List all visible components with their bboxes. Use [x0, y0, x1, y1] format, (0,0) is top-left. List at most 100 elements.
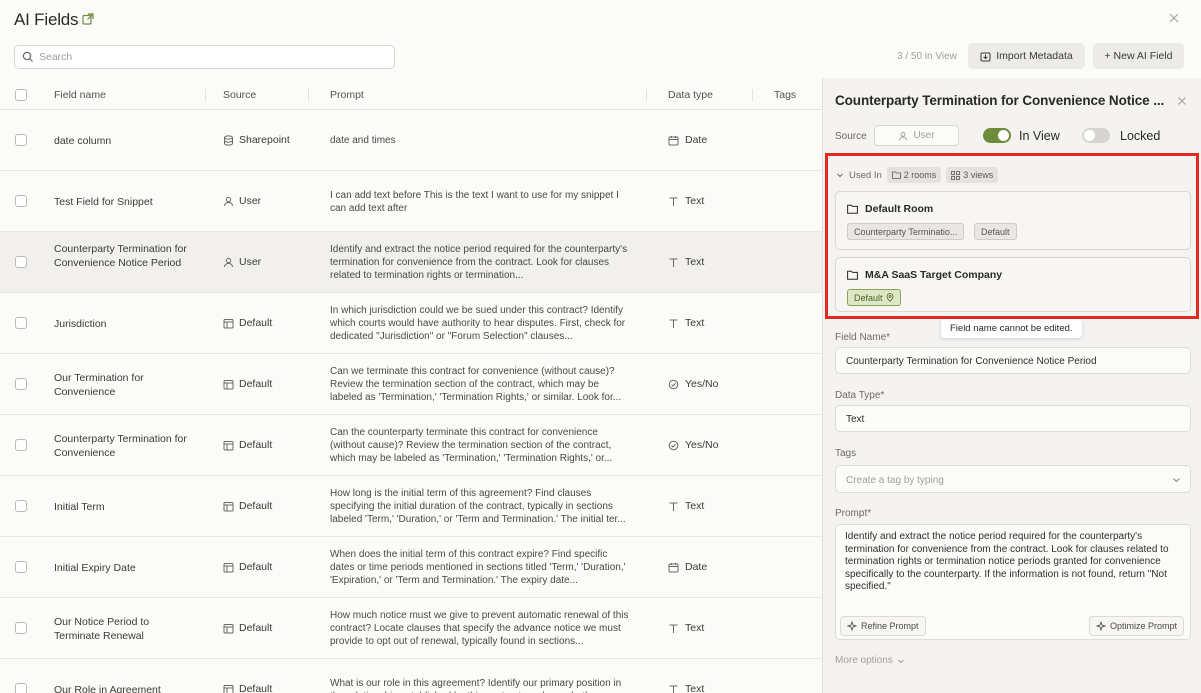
sparkle-icon	[847, 621, 857, 631]
default-icon	[223, 623, 234, 633]
data-type-text: Date	[685, 134, 708, 146]
source-cell: Default	[223, 500, 272, 512]
row-checkbox[interactable]	[15, 378, 27, 390]
field-name-cell: Jurisdiction	[54, 318, 107, 330]
folder-icon	[847, 204, 858, 214]
field-name-label: Field Name*	[835, 332, 891, 343]
page-header: AI Fields	[0, 0, 1201, 40]
close-icon[interactable]	[1168, 12, 1180, 24]
data-type-cell: Yes/No	[668, 378, 718, 390]
field-name-cell: Counterparty Termination for Convenience	[54, 433, 187, 459]
new-ai-field-button[interactable]: + New AI Field	[1093, 43, 1184, 69]
column-header-source[interactable]: Source	[223, 89, 256, 101]
row-checkbox[interactable]	[15, 561, 27, 573]
default-icon	[223, 684, 234, 693]
search-icon	[22, 51, 33, 62]
in-view-label: In View	[1019, 129, 1060, 143]
column-header-tags[interactable]: Tags	[774, 89, 796, 101]
check-circle-icon	[668, 440, 679, 450]
text-icon	[669, 319, 678, 328]
text-icon	[669, 502, 678, 511]
table-row[interactable]: Test Field for Snippet User I can add text…	[0, 171, 822, 232]
data-type-select[interactable]: Text	[835, 405, 1191, 432]
close-icon[interactable]	[1177, 96, 1187, 106]
column-header-prompt[interactable]: Prompt	[330, 89, 364, 101]
search-box	[14, 45, 395, 69]
folder-icon	[847, 270, 858, 280]
row-checkbox[interactable]	[15, 195, 27, 207]
views-chip-label: 3 views	[963, 170, 994, 180]
source-select: User	[874, 125, 959, 146]
data-type-text: Yes/No	[685, 439, 719, 451]
table-row[interactable]: date column Sharepoint date and times Date	[0, 110, 822, 171]
field-name-cell: date column	[54, 135, 112, 147]
column-header-name[interactable]: Field name	[54, 89, 106, 101]
row-checkbox[interactable]	[15, 622, 27, 634]
default-icon	[223, 440, 234, 450]
source-cell: Default	[223, 622, 272, 634]
table-row[interactable]: Initial Expiry Date Default When does the …	[0, 537, 822, 598]
user-icon	[899, 131, 908, 140]
check-circle-icon	[668, 379, 679, 389]
row-checkbox[interactable]	[15, 317, 27, 329]
prompt-cell: How long is the initial term of this agr…	[330, 488, 626, 525]
sparkle-icon	[1096, 621, 1106, 631]
row-checkbox[interactable]	[15, 439, 27, 451]
import-metadata-button[interactable]: Import Metadata	[968, 43, 1085, 69]
room-tag-active: Default	[847, 289, 901, 306]
column-header-type[interactable]: Data type	[668, 89, 713, 101]
locked-toggle[interactable]	[1082, 128, 1110, 143]
data-type-text: Text	[685, 500, 705, 512]
in-view-toggle[interactable]	[983, 128, 1011, 143]
user-icon	[224, 257, 233, 267]
field-name-cell: Counterparty Termination for Convenience…	[54, 243, 187, 269]
prompt-textarea[interactable]: Identify and extract the notice period r…	[835, 524, 1191, 640]
text-icon	[669, 258, 678, 267]
source-text: Default	[239, 317, 273, 329]
source-text: User	[239, 195, 262, 207]
column-divider	[308, 89, 309, 101]
row-checkbox[interactable]	[15, 134, 27, 146]
more-options-toggle[interactable]: More options	[835, 655, 905, 666]
default-icon	[223, 379, 234, 389]
import-metadata-label: Import Metadata	[996, 50, 1073, 62]
source-value: User	[913, 130, 935, 141]
search-input[interactable]	[39, 49, 379, 65]
row-checkbox[interactable]	[15, 256, 27, 268]
source-cell: Default	[223, 561, 272, 573]
table-row[interactable]: Jurisdiction Default In which jurisdiction…	[0, 293, 822, 354]
used-in-section[interactable]: Used In 2 rooms 3 views	[836, 167, 999, 183]
table-row[interactable]: Our Role in Agreement Default What is our …	[0, 659, 822, 693]
external-link-icon[interactable]	[82, 13, 94, 25]
prompt-cell: In which jurisdiction could we be sued u…	[330, 305, 626, 342]
prompt-value: Identify and extract the notice period r…	[845, 531, 1169, 592]
prompt-cell: What is our role in this agreement? Iden…	[330, 678, 622, 693]
tags-placeholder: Create a tag by typing	[846, 475, 944, 486]
views-chip[interactable]: 3 views	[946, 167, 999, 183]
source-label: Source	[835, 131, 867, 142]
location-pin-icon	[886, 293, 893, 302]
select-all-checkbox[interactable]	[15, 89, 27, 101]
table-row[interactable]: Counterparty Termination for Convenience…	[0, 415, 822, 476]
rooms-chip[interactable]: 2 rooms	[886, 167, 942, 183]
refine-prompt-button[interactable]: Refine Prompt	[840, 616, 926, 636]
data-type-cell: Date	[668, 561, 707, 573]
room-card[interactable]: M&A SaaS Target Company Default	[835, 257, 1191, 312]
table-header: Field name Source Prompt Data type Tags	[0, 80, 822, 110]
row-checkbox[interactable]	[15, 500, 27, 512]
prompt-cell: I can add text before This is the text I…	[330, 190, 619, 214]
new-ai-field-label: + New AI Field	[1104, 50, 1173, 62]
table-row[interactable]: Initial Term Default How long is the initi…	[0, 476, 822, 537]
column-divider	[752, 89, 753, 101]
data-type-cell: Text	[668, 256, 704, 268]
room-card[interactable]: Default Room Counterparty Terminatio... …	[835, 191, 1191, 250]
locked-label: Locked	[1120, 129, 1161, 143]
optimize-prompt-button[interactable]: Optimize Prompt	[1089, 616, 1185, 636]
source-cell: Default	[223, 439, 272, 451]
table-row[interactable]: Our Notice Period to Terminate Renewal De…	[0, 598, 822, 659]
field-name-cell: Initial Term	[54, 501, 105, 513]
table-row[interactable]: Counterparty Termination for Convenience…	[0, 232, 822, 293]
table-row[interactable]: Our Termination for Convenience Default Ca…	[0, 354, 822, 415]
tags-input[interactable]: Create a tag by typing	[835, 465, 1191, 493]
row-checkbox[interactable]	[15, 683, 27, 693]
